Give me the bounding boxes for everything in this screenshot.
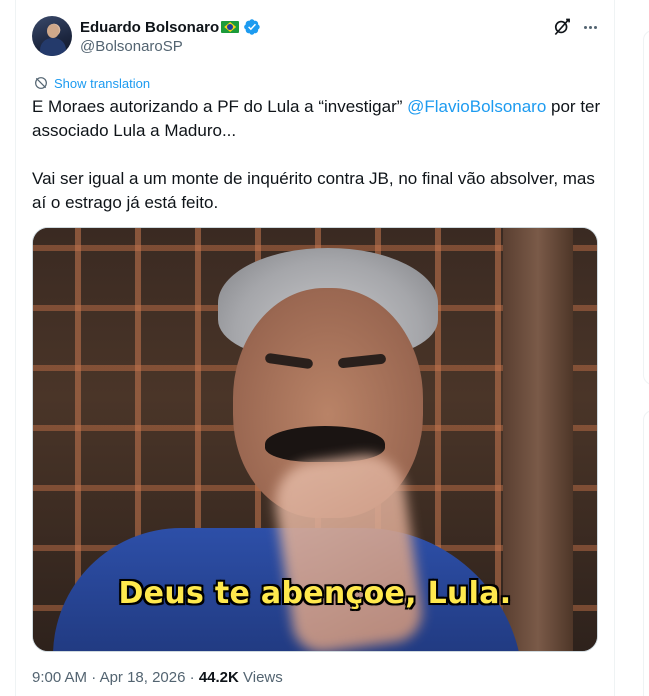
grok-icon[interactable]: [552, 17, 572, 37]
author-name-row: Eduardo Bolsonaro: [80, 17, 261, 37]
sidebar-panel: [643, 30, 649, 385]
author-display-name[interactable]: Eduardo Bolsonaro: [80, 19, 219, 36]
verified-badge-icon[interactable]: [243, 18, 261, 36]
mention-link[interactable]: @FlavioBolsonaro: [407, 97, 546, 116]
tweet-paragraph-2: Vai ser igual a um monte de inquérito co…: [32, 169, 595, 212]
tweet-date[interactable]: Apr 18, 2026: [100, 669, 186, 686]
column-border-right: [614, 0, 615, 696]
views-count[interactable]: 44.2K: [199, 669, 239, 686]
video-subtitle: Deus te abençoe, Lula.: [118, 576, 512, 611]
brazil-flag-icon: [221, 21, 240, 33]
tweet-video[interactable]: Deus te abençoe, Lula.: [32, 227, 598, 652]
show-translation-link[interactable]: Show translation: [33, 74, 150, 92]
globe-icon: [35, 77, 47, 89]
show-translation-label[interactable]: Show translation: [54, 76, 150, 91]
views-label: Views: [238, 669, 283, 686]
tweet-text: E Moraes autorizando a PF do Lula a “inv…: [32, 95, 602, 215]
avatar[interactable]: [32, 16, 72, 56]
tweet-time[interactable]: 9:00 AM: [32, 669, 87, 686]
meta-separator: ·: [87, 669, 100, 686]
tweet-paragraph-1: E Moraes autorizando a PF do Lula a “inv…: [32, 95, 602, 143]
meta-separator: ·: [185, 669, 199, 686]
tweet-meta: 9:00 AM · Apr 18, 2026 · 44.2K Views: [32, 669, 283, 686]
more-options-icon[interactable]: [580, 17, 600, 37]
sidebar-panel-lower: [643, 410, 649, 696]
video-person-hand: [270, 449, 426, 651]
author-handle[interactable]: @BolsonaroSP: [80, 38, 183, 55]
avatar-suit: [40, 38, 66, 56]
tweet: Eduardo Bolsonaro @BolsonaroSP Show tran…: [16, 0, 614, 696]
avatar-face: [47, 24, 59, 38]
tweet-text-part: E Moraes autorizando a PF do Lula a “inv…: [32, 97, 408, 116]
